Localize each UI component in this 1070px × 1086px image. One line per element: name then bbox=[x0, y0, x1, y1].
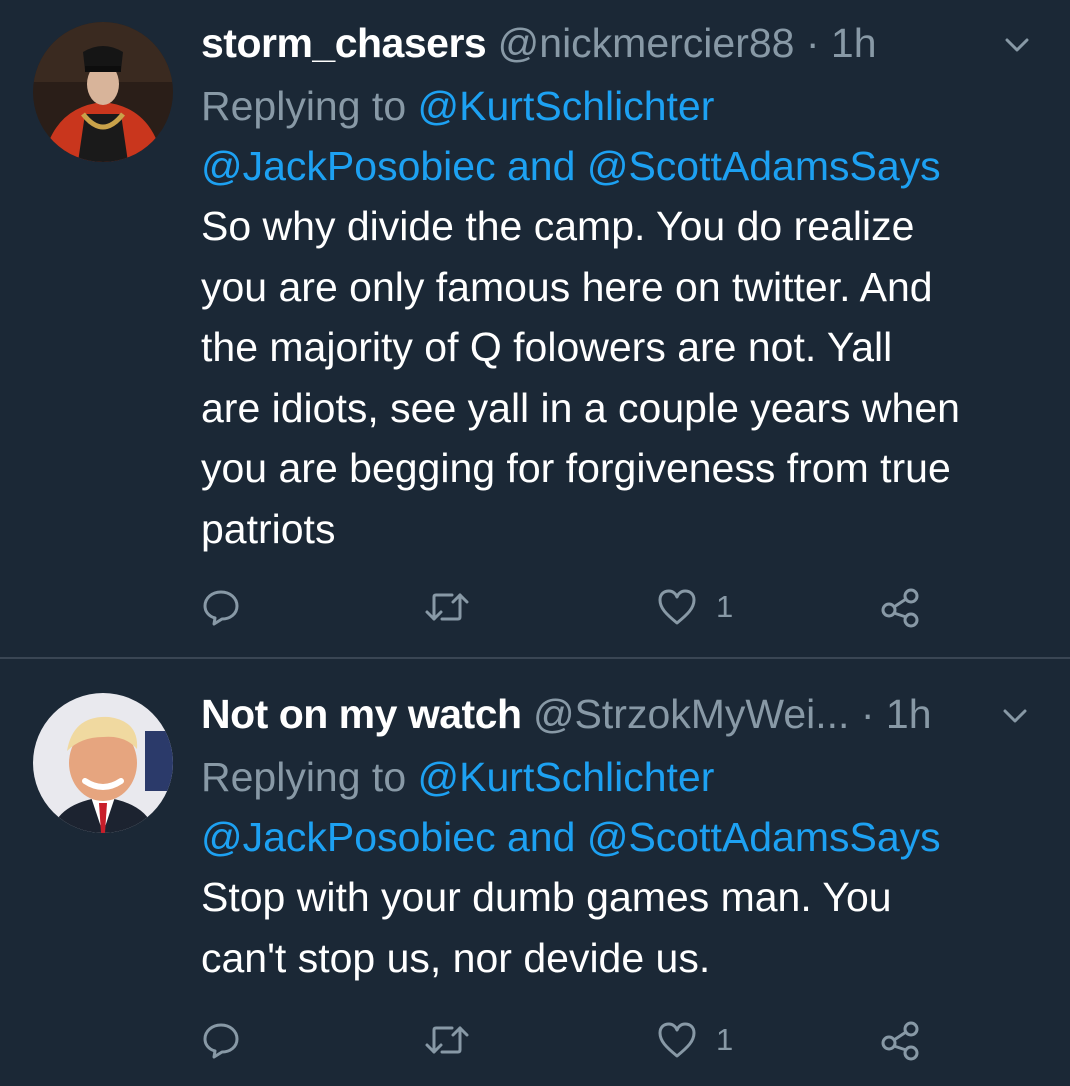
tweet-text: So why divide the camp. You do realize y… bbox=[201, 196, 1051, 559]
like-button[interactable]: 1 bbox=[656, 1015, 733, 1065]
reply-button[interactable] bbox=[201, 1015, 241, 1065]
like-count: 1 bbox=[716, 589, 734, 624]
tweet-actions: 1 bbox=[201, 582, 961, 632]
tweet-header: storm_chasers @nickmercier88 · 1h bbox=[201, 14, 1051, 76]
replying-to-continued: @JackPosobiec and @ScottAdamsSays bbox=[201, 807, 1051, 867]
reply-icon bbox=[203, 590, 239, 626]
like-button[interactable]: 1 bbox=[656, 582, 733, 632]
heart-icon bbox=[658, 1022, 696, 1058]
tweet-text-line: patriots bbox=[201, 505, 336, 552]
tweet-text: Stop with your dumb games man. You can't… bbox=[201, 867, 1051, 988]
replying-prefix: Replying to bbox=[201, 83, 407, 129]
avatar-image bbox=[33, 22, 173, 162]
tweet[interactable]: storm_chasers @nickmercier88 · 1h Replyi… bbox=[0, 0, 1070, 658]
tweet-text-line: Stop with your dumb games man. You bbox=[201, 874, 892, 920]
reply-button[interactable] bbox=[201, 582, 241, 632]
tweet-text-line: the majority of Q folowers are not. Yall bbox=[201, 324, 893, 370]
separator-dot: · bbox=[805, 20, 820, 66]
avatar[interactable] bbox=[33, 693, 173, 833]
replying-to: Replying to @KurtSchlichter bbox=[201, 747, 1051, 807]
retweet-button[interactable] bbox=[424, 582, 470, 632]
tweet-actions: 1 bbox=[201, 1015, 961, 1065]
timestamp[interactable]: 1h bbox=[831, 20, 877, 66]
display-name[interactable]: Not on my watch bbox=[201, 691, 522, 737]
chevron-down-icon[interactable] bbox=[1000, 701, 1030, 731]
share-button[interactable] bbox=[879, 1015, 921, 1065]
tweet-content: Not on my watch @StrzokMyWei... · 1h Rep… bbox=[201, 685, 1051, 988]
timestamp[interactable]: 1h bbox=[886, 691, 932, 737]
display-name[interactable]: storm_chasers bbox=[201, 20, 487, 66]
tweet-text-line: you are begging for forgiveness from tru… bbox=[201, 445, 951, 491]
user-handle[interactable]: @nickmercier88 bbox=[498, 20, 795, 66]
user-handle[interactable]: @StrzokMyWei... bbox=[533, 691, 850, 737]
mention-joiner: and bbox=[507, 814, 576, 860]
chevron-down-icon[interactable] bbox=[1002, 30, 1032, 60]
mention-joiner: and bbox=[507, 143, 576, 189]
share-icon bbox=[881, 1021, 919, 1061]
tweet[interactable]: Not on my watch @StrzokMyWei... · 1h Rep… bbox=[0, 659, 1070, 1086]
share-icon bbox=[881, 588, 919, 628]
tweet-text-line: So why divide the camp. You do realize bbox=[201, 203, 915, 249]
separator-dot: · bbox=[860, 691, 875, 737]
retweet-icon bbox=[425, 593, 469, 621]
replying-to: Replying to @KurtSchlichter bbox=[201, 76, 1051, 136]
heart-icon bbox=[658, 589, 696, 625]
mention-link[interactable]: @JackPosobiec bbox=[201, 814, 496, 860]
retweet-button[interactable] bbox=[424, 1015, 470, 1065]
mention-link[interactable]: @ScottAdamsSays bbox=[587, 143, 941, 189]
like-count: 1 bbox=[716, 1022, 734, 1057]
replying-prefix: Replying to bbox=[201, 754, 407, 800]
tweet-text-line: can't stop us, nor devide us. bbox=[201, 934, 711, 981]
mention-link[interactable]: @KurtSchlichter bbox=[418, 754, 715, 800]
mention-link[interactable]: @JackPosobiec bbox=[201, 143, 496, 189]
reply-icon bbox=[203, 1023, 239, 1059]
avatar-image bbox=[33, 693, 173, 833]
avatar[interactable] bbox=[33, 22, 173, 162]
replying-to-continued: @JackPosobiec and @ScottAdamsSays bbox=[201, 136, 1051, 196]
mention-link[interactable]: @KurtSchlichter bbox=[418, 83, 715, 129]
mention-link[interactable]: @ScottAdamsSays bbox=[587, 814, 941, 860]
retweet-icon bbox=[425, 1026, 469, 1054]
share-button[interactable] bbox=[879, 582, 921, 632]
tweet-text-line: you are only famous here on twitter. And bbox=[201, 263, 933, 310]
tweet-text-line: are idiots, see yall in a couple years w… bbox=[201, 384, 960, 431]
tweet-content: storm_chasers @nickmercier88 · 1h Replyi… bbox=[201, 14, 1051, 559]
tweet-header: Not on my watch @StrzokMyWei... · 1h bbox=[201, 685, 1051, 747]
